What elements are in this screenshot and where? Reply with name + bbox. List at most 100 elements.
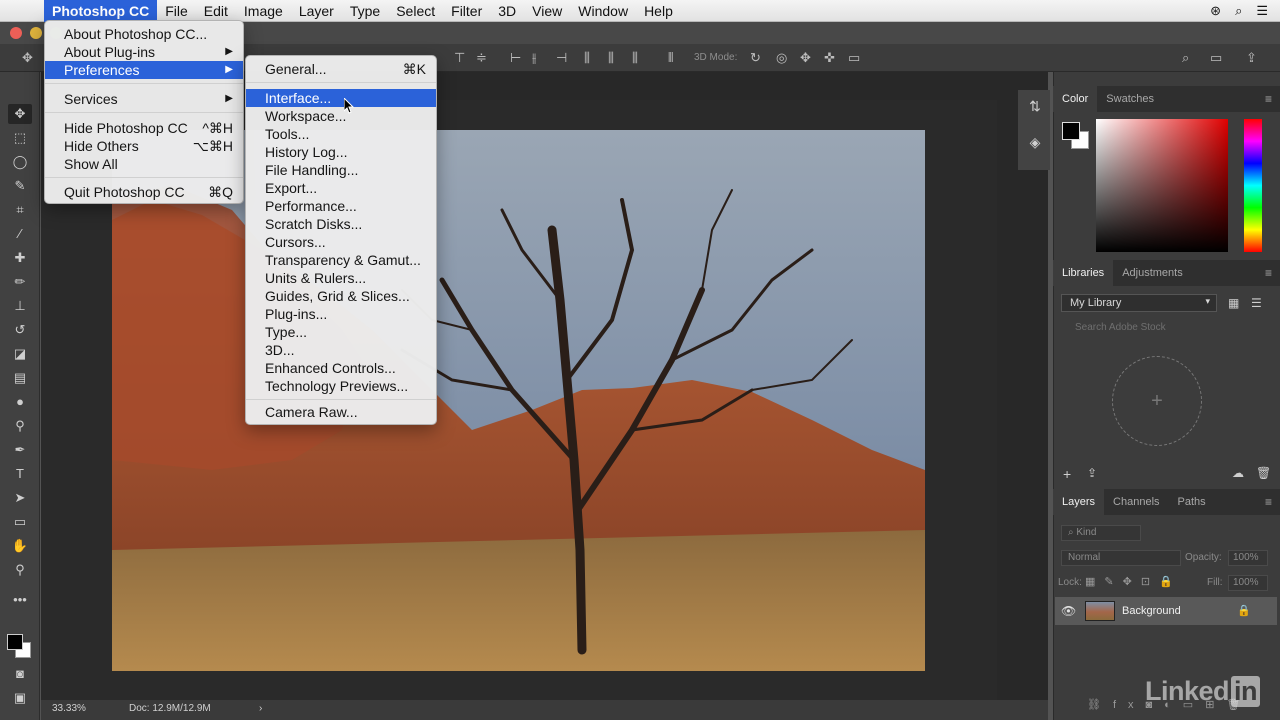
pref-plugins-item[interactable]: Plug-ins... (246, 305, 436, 323)
pref-camera-raw-item[interactable]: Camera Raw... (246, 403, 436, 421)
share-icon[interactable]: ⇪ (1246, 50, 1257, 66)
grid-view-icon[interactable]: ▦ (1228, 296, 1239, 310)
fill-input[interactable]: 100% (1228, 575, 1268, 591)
add-library-item-icon[interactable]: + (1112, 356, 1202, 446)
blend-mode-select[interactable]: Normal (1061, 550, 1181, 566)
eraser-tool[interactable]: ◪ (8, 344, 32, 364)
tab-adjustments[interactable]: Adjustments (1113, 260, 1192, 286)
edit-toolbar-icon[interactable]: ••• (8, 590, 32, 610)
screen-mode-icon[interactable]: ▣ (8, 688, 32, 708)
panel-menu-icon[interactable]: ≡ (1265, 92, 1272, 106)
align-vcenter-icon[interactable]: ≑ (476, 50, 487, 66)
3d-rotate-icon[interactable]: ↻ (750, 50, 761, 66)
hide-photoshop-item[interactable]: Hide Photoshop CC ^⌘H (45, 119, 243, 137)
move-tool-icon[interactable]: ✥ (22, 50, 33, 66)
menu-window[interactable]: Window (570, 0, 636, 22)
3d-scale-icon[interactable]: ▭ (848, 50, 860, 66)
auto-align-icon[interactable]: ⫴ (668, 50, 673, 66)
zoom-tool[interactable]: ⚲ (8, 560, 32, 580)
menu-select[interactable]: Select (388, 0, 443, 22)
pref-type-item[interactable]: Type... (246, 323, 436, 341)
pref-technology-previews-item[interactable]: Technology Previews... (246, 377, 436, 395)
align-top-icon[interactable]: ⊤ (454, 50, 465, 66)
tab-layers[interactable]: Layers (1053, 489, 1105, 515)
pref-scratch-disks-item[interactable]: Scratch Disks... (246, 215, 436, 233)
spotlight-search-icon[interactable]: ⌕ (1235, 3, 1242, 19)
tab-paths[interactable]: Paths (1169, 489, 1215, 515)
menu-file[interactable]: File (157, 0, 196, 22)
pref-general-item[interactable]: General... ⌘K (246, 60, 436, 78)
pref-performance-item[interactable]: Performance... (246, 197, 436, 215)
menu-type[interactable]: Type (342, 0, 388, 22)
quit-item[interactable]: Quit Photoshop CC ⌘Q (45, 183, 243, 201)
pref-3d-item[interactable]: 3D... (246, 341, 436, 359)
menu-help[interactable]: Help (636, 0, 681, 22)
menu-edit[interactable]: Edit (196, 0, 236, 22)
stock-search-input[interactable]: Search Adobe Stock (1061, 322, 1261, 338)
pen-tool[interactable]: ✒ (8, 440, 32, 460)
foreground-color[interactable] (7, 634, 23, 650)
pref-history-log-item[interactable]: History Log... (246, 143, 436, 161)
pref-interface-item[interactable]: Interface... (246, 89, 436, 107)
menu-image[interactable]: Image (236, 0, 291, 22)
search-icon[interactable]: ⌕ (1182, 50, 1189, 66)
quick-mask-icon[interactable]: ◙ (8, 664, 32, 684)
menu-filter[interactable]: Filter (443, 0, 490, 22)
tab-swatches[interactable]: Swatches (1097, 86, 1163, 112)
panel-menu-icon[interactable]: ≡ (1265, 266, 1272, 280)
minimize-window-button[interactable] (30, 27, 42, 39)
about-photoshop-item[interactable]: About Photoshop CC... (45, 25, 243, 43)
lasso-tool[interactable]: ◯ (8, 152, 32, 172)
tab-libraries[interactable]: Libraries (1053, 260, 1114, 286)
quick-select-tool[interactable]: ✎ (8, 176, 32, 196)
brush-tool[interactable]: ✏ (8, 272, 32, 292)
color-panel-foreground[interactable] (1062, 122, 1080, 140)
blur-tool[interactable]: ● (8, 392, 32, 412)
pref-tools-item[interactable]: Tools... (246, 125, 436, 143)
history-panel-icon[interactable]: ⇅ (1026, 98, 1044, 116)
pref-cursors-item[interactable]: Cursors... (246, 233, 436, 251)
workspace-icon[interactable]: ▭ (1210, 50, 1222, 66)
layer-kind-filter[interactable]: ⌕ Kind (1061, 525, 1141, 541)
hide-others-item[interactable]: Hide Others ⌥⌘H (45, 137, 243, 155)
cloud-icon[interactable]: ☁ (1232, 466, 1244, 480)
hue-slider[interactable] (1244, 119, 1262, 252)
eyedropper-tool[interactable]: ⁄ (8, 224, 32, 244)
color-picker-field[interactable] (1096, 119, 1228, 252)
lock-options-icons[interactable]: ▦✎✥⊡🔒 (1085, 575, 1182, 588)
marquee-tool[interactable]: ⬚ (8, 128, 32, 148)
pref-export-item[interactable]: Export... (246, 179, 436, 197)
show-all-item[interactable]: Show All (45, 155, 243, 173)
menu-view[interactable]: View (524, 0, 570, 22)
hand-tool[interactable]: ✋ (8, 536, 32, 556)
pref-enhanced-controls-item[interactable]: Enhanced Controls... (246, 359, 436, 377)
tab-channels[interactable]: Channels (1104, 489, 1168, 515)
upload-icon[interactable]: ⇪ (1087, 466, 1097, 480)
pref-file-handling-item[interactable]: File Handling... (246, 161, 436, 179)
path-select-tool[interactable]: ➤ (8, 488, 32, 508)
dodge-tool[interactable]: ⚲ (8, 416, 32, 436)
close-window-button[interactable] (10, 27, 22, 39)
align-left-icon[interactable]: ⊢ (510, 50, 521, 66)
document-photo[interactable] (112, 130, 925, 671)
crop-tool[interactable]: ⌗ (8, 200, 32, 220)
tab-color[interactable]: Color (1053, 86, 1098, 112)
preferences-item[interactable]: Preferences ▶ (45, 61, 243, 79)
distribute-icon[interactable]: ⫼ (584, 50, 590, 66)
align-hcenter-icon[interactable]: ⫲ (532, 50, 536, 66)
add-icon[interactable]: + (1063, 466, 1071, 482)
zoom-level[interactable]: 33.33% (52, 703, 86, 714)
notification-center-icon[interactable]: ☰ (1256, 3, 1268, 19)
healing-brush-tool[interactable]: ✚ (8, 248, 32, 268)
status-arrow-icon[interactable]: › (259, 703, 262, 714)
distribute-right-icon[interactable]: ⫼ (632, 50, 638, 66)
about-plugins-item[interactable]: About Plug-ins ▶ (45, 43, 243, 61)
distribute-center-icon[interactable]: ⫼ (608, 50, 614, 66)
pref-transparency-item[interactable]: Transparency & Gamut... (246, 251, 436, 269)
align-right-icon[interactable]: ⊣ (556, 50, 567, 66)
menu-layer[interactable]: Layer (291, 0, 342, 22)
gradient-tool[interactable]: ▤ (8, 368, 32, 388)
properties-panel-icon[interactable]: ◈ (1026, 134, 1044, 152)
eye-icon[interactable]: 👁 (1061, 604, 1076, 618)
opacity-input[interactable]: 100% (1228, 550, 1268, 566)
